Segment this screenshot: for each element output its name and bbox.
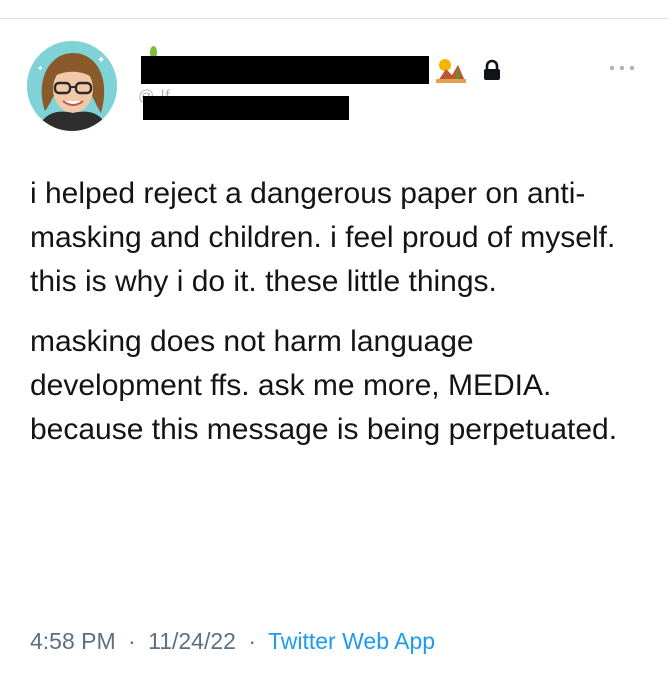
avatar-illustration: ✦ ✦ bbox=[27, 41, 117, 131]
tweet-time[interactable]: 4:58 PM bbox=[30, 628, 116, 654]
desert-landscape-emoji bbox=[436, 59, 466, 83]
tweet-text: i helped reject a dangerous paper on ant… bbox=[30, 172, 650, 468]
handle-redaction[interactable] bbox=[143, 96, 349, 120]
svg-text:✦: ✦ bbox=[37, 64, 44, 73]
display-name-redaction[interactable] bbox=[141, 56, 429, 84]
top-divider bbox=[0, 18, 668, 19]
tweet-metadata: 4:58 PM · 11/24/22 · Twitter Web App bbox=[30, 628, 435, 655]
tweet-source-link[interactable]: Twitter Web App bbox=[268, 628, 435, 654]
lock-icon bbox=[484, 59, 500, 80]
tweet-paragraph-2: masking does not harm language developme… bbox=[30, 325, 618, 446]
tweet-date[interactable]: 11/24/22 bbox=[148, 628, 236, 654]
separator: · bbox=[128, 628, 136, 654]
more-options-icon[interactable] bbox=[606, 62, 638, 74]
avatar[interactable]: ✦ ✦ bbox=[27, 41, 117, 131]
separator: · bbox=[248, 628, 256, 654]
svg-text:✦: ✦ bbox=[97, 55, 105, 66]
tweet-paragraph-1: i helped reject a dangerous paper on ant… bbox=[30, 177, 616, 298]
